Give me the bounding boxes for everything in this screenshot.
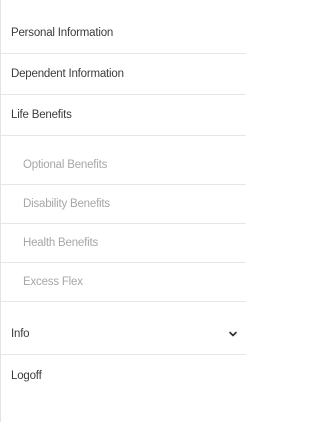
nav-item-logoff[interactable]: Logoff — [1, 355, 246, 396]
nav-subitem-label: Disability Benefits — [23, 198, 110, 210]
nav-item-dependent-information[interactable]: Dependent Information — [1, 54, 246, 95]
nav-item-label: Personal Information — [11, 27, 114, 39]
chevron-down-icon[interactable] — [228, 329, 238, 339]
nav-item-personal-information[interactable]: Personal Information — [1, 13, 246, 54]
nav-item-info[interactable]: Info — [1, 314, 246, 355]
nav-item-label: Dependent Information — [11, 68, 124, 80]
nav-item-label: Logoff — [11, 369, 42, 382]
nav-subitem-label: Health Benefits — [23, 237, 98, 249]
nav-subitem-health-benefits[interactable]: Health Benefits — [1, 224, 246, 263]
nav-subitem-disability-benefits[interactable]: Disability Benefits — [1, 185, 246, 224]
nav-item-label: Life Benefits — [11, 109, 72, 121]
nav-subitem-optional-benefits[interactable]: Optional Benefits — [1, 146, 246, 185]
side-navigation: Personal Information Dependent Informati… — [0, 0, 246, 422]
nav-item-label: Info — [11, 328, 30, 340]
nav-subitem-label: Excess Flex — [23, 276, 83, 288]
nav-subitem-excess-flex[interactable]: Excess Flex — [1, 263, 246, 302]
nav-item-life-benefits[interactable]: Life Benefits — [1, 95, 246, 136]
nav-subitem-label: Optional Benefits — [23, 159, 108, 171]
